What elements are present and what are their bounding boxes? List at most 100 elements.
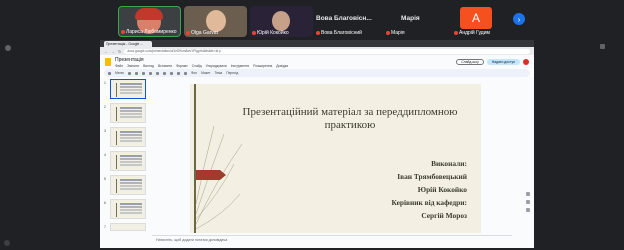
mic-off-icon <box>316 31 320 35</box>
image-icon[interactable] <box>169 71 173 75</box>
thumbnail-row[interactable]: 5 <box>104 175 148 195</box>
slideshow-button[interactable]: Слайд-шоу <box>456 59 484 65</box>
toolbar-item[interactable]: Тема <box>214 71 222 75</box>
cursor-icon[interactable] <box>155 71 159 75</box>
thumbnail-number: 4 <box>104 153 106 157</box>
print-icon[interactable] <box>141 71 145 75</box>
slide-thumbnail[interactable] <box>110 103 146 123</box>
participant-tile[interactable]: Olga Garvat <box>184 6 247 37</box>
account-avatar[interactable] <box>523 59 529 65</box>
zoom-icon[interactable] <box>148 71 152 75</box>
menu-item[interactable]: Змінити <box>127 64 139 68</box>
credit-line: Керівник від кафедри: <box>391 198 467 207</box>
mic-off-icon <box>454 31 458 35</box>
thumbnail-number: 5 <box>104 177 106 181</box>
person-photo <box>272 11 290 31</box>
tasks-icon[interactable] <box>526 208 530 212</box>
mic-off-icon <box>252 31 256 35</box>
reload-icon[interactable]: ↻ <box>118 49 121 54</box>
credit-line: Іван Трямбовецький <box>397 172 467 181</box>
thumbnail-number: 2 <box>104 105 106 109</box>
thumbnail-row[interactable]: 1 <box>104 79 148 99</box>
panel-toggle-icon[interactable] <box>600 44 605 49</box>
browser-tab[interactable]: Презентація - Google ... <box>104 41 152 47</box>
thumbnail-row[interactable]: 2 <box>104 103 148 123</box>
slide-thumbnail[interactable] <box>110 127 146 147</box>
participant-name: Лариса Любомиренко <box>126 29 177 35</box>
calendar-icon[interactable] <box>526 192 530 196</box>
next-participants-button[interactable]: › <box>513 13 525 25</box>
address-bar[interactable]: docs.google.com/presentation/d/1eD9nm8wv… <box>124 48 530 54</box>
share-button[interactable]: Надати доступ <box>486 59 520 65</box>
menu-item[interactable]: Упорядкувати <box>206 64 227 68</box>
credit-line: Сергій Мороз <box>421 211 467 220</box>
toolbar-item[interactable]: Меню <box>115 71 124 75</box>
slide-thumbnail[interactable] <box>110 151 146 171</box>
thumbnail-number: 1 <box>104 81 106 85</box>
editor-toolbar: Меню Фон Макет Тема Перехід <box>104 69 530 77</box>
participant-tile[interactable]: Вова Благовісн... Вова Благовісний <box>314 6 386 37</box>
participant-tile: Андрій Гудим <box>452 6 500 37</box>
thumbnail-number: 6 <box>104 201 106 205</box>
search-icon[interactable] <box>108 71 111 75</box>
toolbar-item[interactable]: Фон <box>191 71 197 75</box>
forward-icon[interactable]: → <box>111 49 115 54</box>
menu-item[interactable]: Файл <box>115 64 123 68</box>
toolbar-item[interactable]: Перехід <box>226 71 238 75</box>
thumbnail-number: 3 <box>104 129 106 133</box>
slide-credits: Виконали: Іван Трямбовецький Юрій Кокойк… <box>392 157 467 222</box>
text-box-icon[interactable] <box>162 71 166 75</box>
slide-canvas[interactable]: Презентаційний матеріал за переддипломно… <box>190 84 481 233</box>
menu-item[interactable]: Інструменти <box>231 64 250 68</box>
participant-name: Марія <box>391 30 405 36</box>
thumbnail-row[interactable]: 7 <box>104 223 148 243</box>
slide-arrow-shape <box>196 170 226 180</box>
participant-tile[interactable]: Юрій Кокойко <box>250 6 313 37</box>
slides-logo-icon[interactable] <box>105 58 111 66</box>
mic-off-icon <box>386 31 390 35</box>
slide-thumbnail[interactable] <box>110 223 146 231</box>
toolbar-item[interactable]: Макет <box>201 71 210 75</box>
undo-icon[interactable] <box>127 71 131 75</box>
line-icon[interactable] <box>183 71 187 75</box>
side-panel-icons <box>526 192 530 212</box>
menu-item[interactable]: Вставити <box>158 64 172 68</box>
settings-icon[interactable] <box>4 240 10 246</box>
slide-thumbnail[interactable] <box>110 175 146 195</box>
mic-off-icon <box>121 30 125 34</box>
thumbnail-row[interactable]: 3 <box>104 127 148 147</box>
slides-header: Презентація Файл Змінити Вигляд Вставити… <box>100 55 534 69</box>
slide-title: Презентаційний матеріал за переддипломно… <box>242 106 458 131</box>
thumbnail-row[interactable]: 4 <box>104 151 148 171</box>
menu-item[interactable]: Формат <box>176 64 188 68</box>
person-hair <box>135 8 163 20</box>
redo-icon[interactable] <box>134 71 138 75</box>
mic-off-icon <box>186 31 190 35</box>
shape-icon[interactable] <box>176 71 180 75</box>
participant-name: Olga Garvat <box>191 30 218 36</box>
slide-thumbnail[interactable] <box>110 79 146 99</box>
menu-item[interactable]: Довідка <box>276 64 288 68</box>
slide-thumbnail[interactable] <box>110 199 146 219</box>
back-icon[interactable]: ← <box>104 49 108 54</box>
app-icon[interactable] <box>5 45 11 51</box>
credit-line: Виконали: <box>431 159 467 168</box>
participant-name: Вова Благовісний <box>321 30 362 36</box>
left-rail <box>5 45 11 51</box>
document-title[interactable]: Презентація <box>115 57 288 63</box>
chevron-right-icon: › <box>517 14 521 24</box>
participant-tile[interactable]: Марія Марія <box>386 6 450 37</box>
person-photo <box>206 10 226 32</box>
browser-tabbar: Презентація - Google ... <box>100 40 534 47</box>
thumbnail-row[interactable]: 6 <box>104 199 148 219</box>
menu-item[interactable]: Розширення <box>253 64 272 68</box>
participant-name: Юрій Кокойко <box>257 30 289 36</box>
slide-thumbnails: 1 2 3 4 5 6 7 <box>104 79 148 231</box>
keep-icon[interactable] <box>526 200 530 204</box>
menu-item[interactable]: Слайд <box>192 64 202 68</box>
participant-tile[interactable]: Лариса Любомиренко <box>118 6 181 37</box>
menu-item[interactable]: Вигляд <box>143 64 154 68</box>
header-actions: Слайд-шоу Надати доступ <box>456 59 529 65</box>
credit-line: Юрій Кокойко <box>417 185 467 194</box>
speaker-notes[interactable]: Натисніть, щоб додати нотатки доповідача <box>152 235 512 244</box>
